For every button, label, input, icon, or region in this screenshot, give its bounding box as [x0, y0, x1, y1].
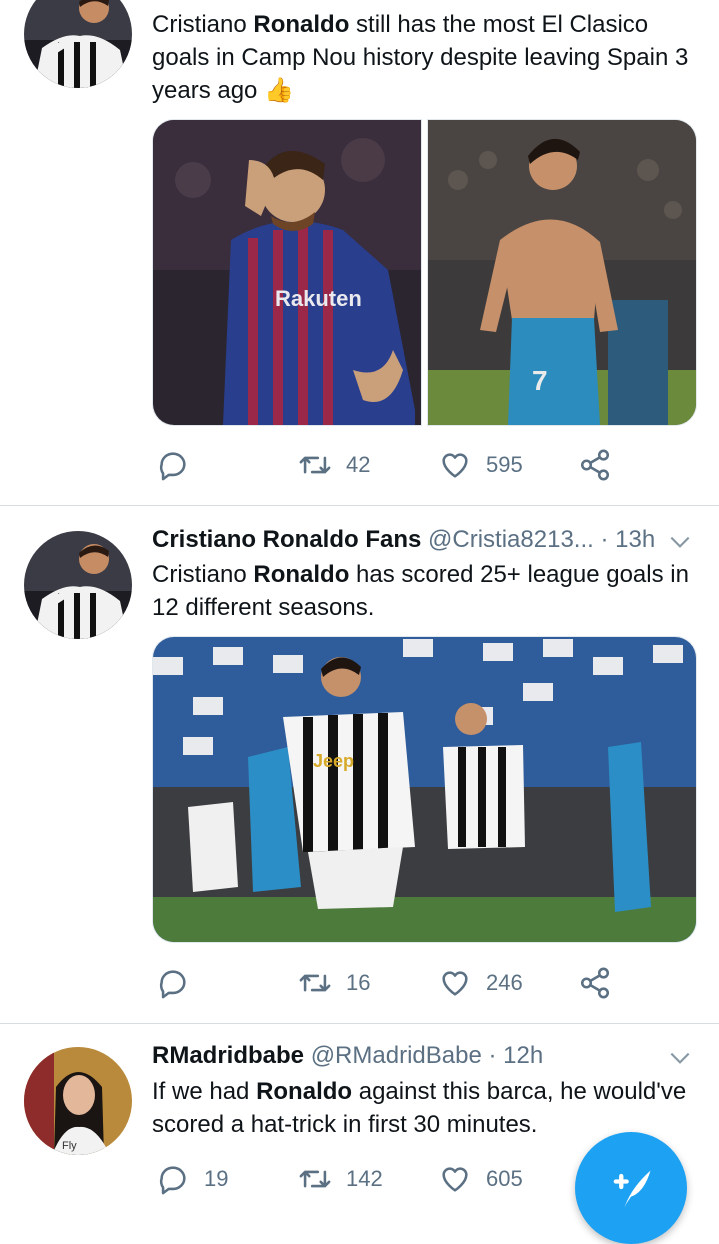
display-name[interactable]: RMadridbabe: [152, 1042, 304, 1069]
retweet-icon: [299, 456, 331, 474]
reply-icon: [159, 1166, 186, 1195]
like-count: 605: [486, 1166, 523, 1191]
reply-count: 19: [204, 1166, 229, 1191]
tweet-image-juventus[interactable]: Jeep: [152, 636, 697, 943]
share-button[interactable]: [578, 445, 612, 485]
like-count: 246: [486, 970, 523, 995]
reply-button[interactable]: [156, 963, 204, 1003]
chevron-down-icon[interactable]: [667, 529, 693, 555]
retweet-icon: [299, 974, 331, 992]
tweet-text: If we had Ronaldo against this barca, he…: [152, 1078, 687, 1138]
tweet-1[interactable]: Cristiano Ronaldo still has the most El …: [0, 0, 719, 506]
compose-tweet-button[interactable]: [575, 1132, 687, 1244]
retweet-count: 16: [346, 970, 371, 995]
compose-feather-icon: [613, 1170, 651, 1208]
avatar[interactable]: [24, 531, 132, 639]
timestamp[interactable]: 12h: [503, 1042, 543, 1069]
reply-button[interactable]: [156, 445, 204, 485]
retweet-icon: [299, 1170, 331, 1188]
tweet-header: Cristiano Ronaldo Fans @Cristia8213... ·…: [152, 523, 699, 557]
retweet-count: 42: [346, 452, 371, 477]
share-button[interactable]: [578, 963, 612, 1003]
handle[interactable]: @Cristia8213...: [428, 526, 594, 553]
separator-dot: ·: [600, 526, 609, 553]
tweet-text: Cristiano Ronaldo still has the most El …: [152, 11, 689, 104]
like-icon: [442, 1167, 468, 1192]
tweet-image-messi[interactable]: Rakuten: [152, 119, 422, 426]
tweet-image-ronaldo[interactable]: 7: [427, 119, 697, 426]
share-icon: [580, 967, 610, 999]
retweet-button[interactable]: 42: [298, 445, 370, 485]
svg-text:Jeep: Jeep: [313, 751, 354, 771]
chevron-down-icon[interactable]: [667, 1045, 693, 1071]
reply-icon: [159, 970, 186, 999]
separator-dot: ·: [488, 1042, 497, 1069]
avatar[interactable]: Fly: [24, 1047, 132, 1155]
reply-icon: [159, 452, 186, 481]
like-button[interactable]: 246: [438, 963, 523, 1003]
retweet-button[interactable]: 16: [298, 963, 370, 1003]
svg-text:Rakuten: Rakuten: [275, 286, 362, 311]
like-count: 595: [486, 452, 523, 477]
tweet-2[interactable]: Cristiano Ronaldo Fans @Cristia8213... ·…: [0, 505, 719, 1024]
svg-text:Fly: Fly: [62, 1140, 77, 1152]
tweet-actions: 19 142 605: [152, 1159, 622, 1199]
tweet-text: Cristiano Ronaldo has scored 25+ league …: [152, 561, 689, 621]
retweet-button[interactable]: 142: [298, 1159, 383, 1199]
display-name[interactable]: Cristiano Ronaldo Fans: [152, 526, 421, 553]
thumbs-up-emoji: 👍: [264, 77, 294, 104]
retweet-count: 142: [346, 1166, 383, 1191]
avatar[interactable]: [24, 0, 132, 88]
handle[interactable]: @RMadridBabe: [311, 1042, 482, 1069]
tweet-actions: 16 246: [152, 963, 622, 1003]
like-button[interactable]: 595: [438, 445, 523, 485]
like-icon: [442, 453, 468, 478]
share-icon: [580, 449, 610, 481]
reply-button[interactable]: 19: [156, 1159, 228, 1199]
svg-text:7: 7: [532, 365, 548, 396]
timestamp[interactable]: 13h: [615, 526, 655, 553]
tweet-actions: 42 595: [152, 445, 622, 485]
like-button[interactable]: 605: [438, 1159, 523, 1199]
like-icon: [442, 971, 468, 996]
tweet-header: RMadridbabe @RMadridBabe · 12h: [152, 1039, 699, 1073]
